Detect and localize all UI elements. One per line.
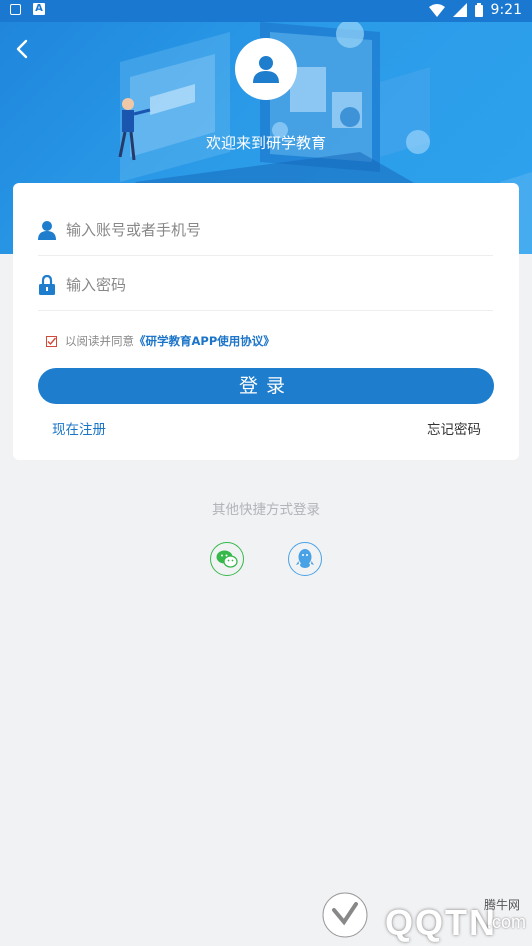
password-field: [38, 260, 493, 311]
agreement-prefix: 以阅读并同意: [65, 334, 134, 348]
lock-icon: [38, 275, 56, 295]
watermark-chinese: 腾牛网: [483, 898, 520, 912]
user-icon: [38, 220, 56, 240]
account-field: [38, 205, 493, 256]
agreement-checkbox[interactable]: [46, 335, 57, 347]
signal-icon: [452, 3, 467, 17]
welcome-text: 欢迎来到研学教育: [205, 134, 326, 152]
alt-login-title: 其他快捷方式登录: [212, 502, 320, 518]
forgot-password-link[interactable]: 忘记密码: [427, 418, 481, 438]
wechat-icon: [216, 550, 238, 568]
user-icon: [253, 56, 279, 83]
watermark-brand: QQTN: [385, 902, 497, 943]
agreement-row: 以阅读并同意 《研学教育APP使用协议》: [46, 333, 275, 349]
watermark-domain: .com: [486, 912, 526, 932]
agreement-link[interactable]: 《研学教育APP使用协议》: [134, 333, 275, 349]
watermark-icon: [322, 892, 368, 938]
password-input[interactable]: [64, 275, 468, 295]
avatar: [235, 38, 297, 100]
app-a-icon: A: [33, 3, 45, 15]
login-button[interactable]: 登录: [38, 368, 494, 404]
wechat-login-button[interactable]: [210, 542, 244, 576]
chevron-left-icon: [16, 39, 28, 59]
wifi-icon: [428, 3, 445, 17]
qq-icon: [296, 549, 314, 568]
login-card: 以阅读并同意 《研学教育APP使用协议》 登录 现在注册 忘记密码: [13, 183, 519, 460]
account-input[interactable]: [64, 220, 468, 240]
back-button[interactable]: [10, 36, 36, 62]
qq-login-button[interactable]: [288, 542, 322, 576]
status-time: 9:21: [490, 2, 522, 18]
watermark-logo: QQTN 腾牛网 .com: [320, 890, 526, 943]
battery-icon: [474, 3, 483, 17]
screenshot-icon: [10, 3, 21, 15]
status-bar: A 9:21: [0, 0, 532, 22]
register-link[interactable]: 现在注册: [52, 418, 106, 438]
